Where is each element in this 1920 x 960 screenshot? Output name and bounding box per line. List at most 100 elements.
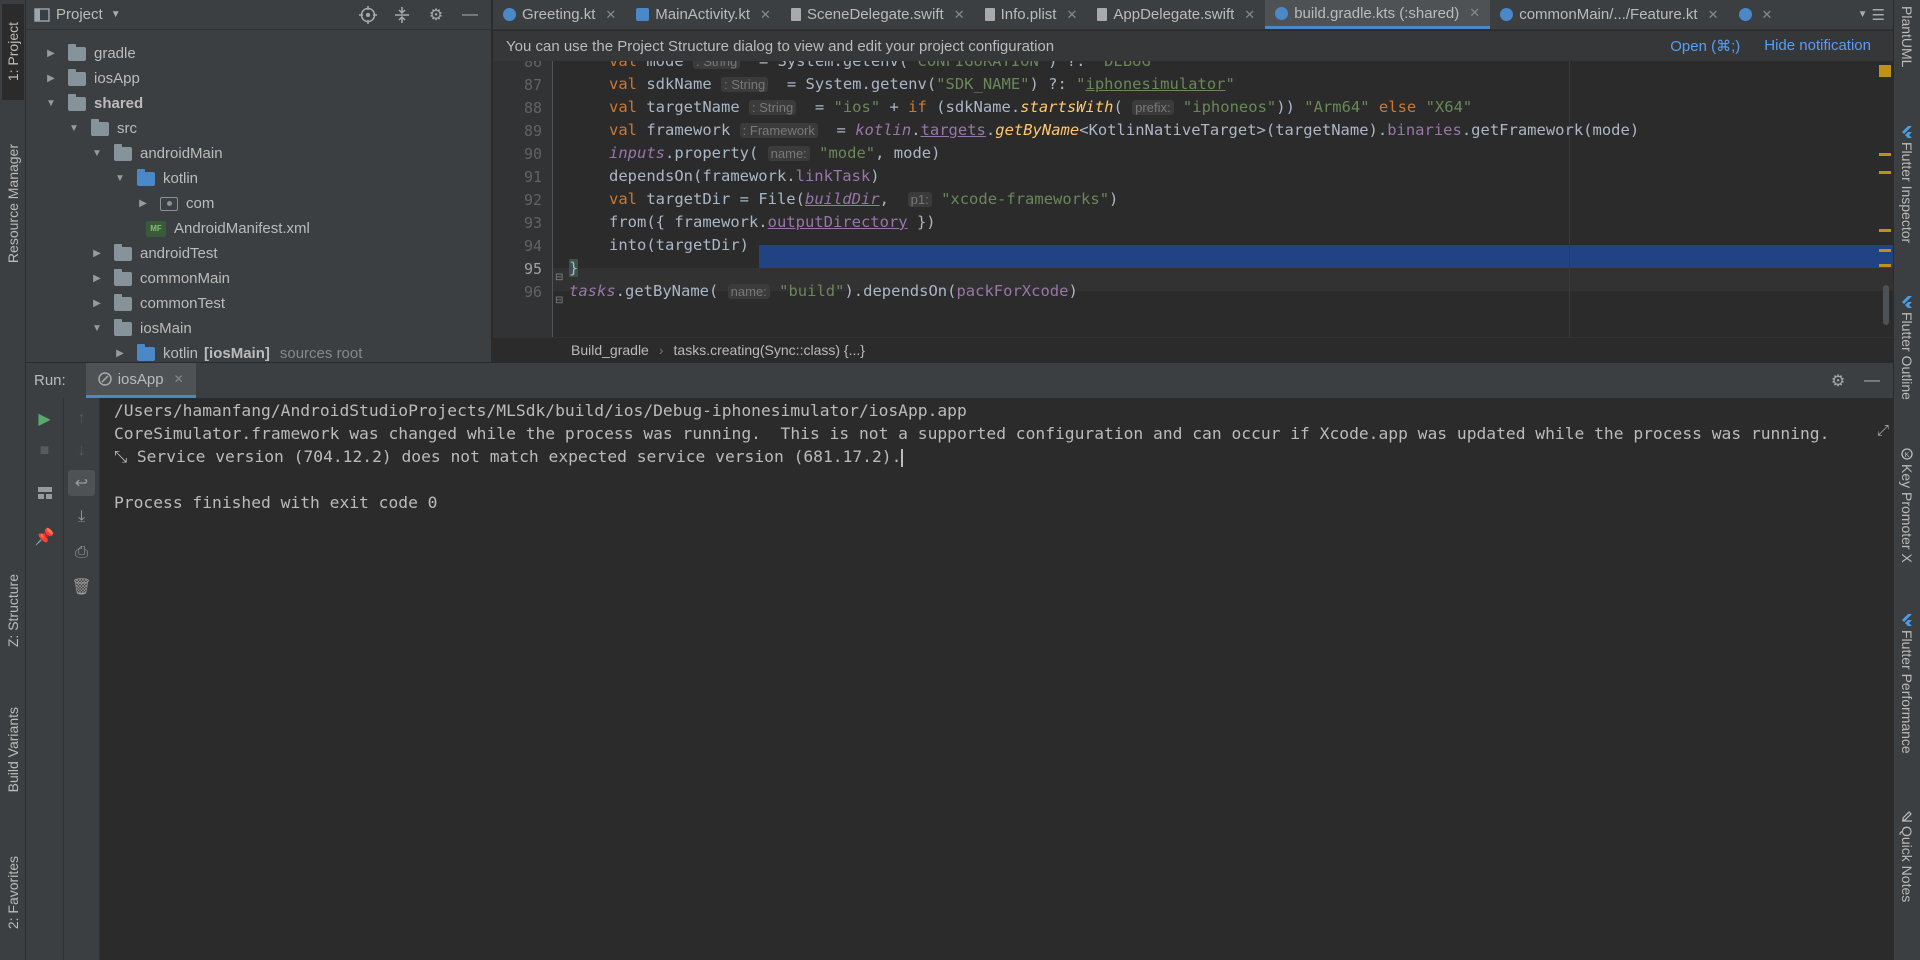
editor-tab-overflow[interactable]: ✕: [1729, 0, 1783, 29]
close-icon[interactable]: ✕: [1762, 7, 1773, 23]
flutter-icon: [1902, 614, 1912, 626]
warning-mark[interactable]: [1879, 249, 1891, 252]
run-tab-iosapp[interactable]: iosApp ✕: [85, 363, 196, 398]
console-line-text: ⤡ Service version (704.12.2) does not ma…: [114, 447, 902, 466]
expand-arrow-icon[interactable]: ▶: [136, 198, 150, 209]
soft-wrap-icon[interactable]: ↩: [68, 470, 95, 496]
expand-arrow-icon[interactable]: ▶: [90, 248, 104, 259]
expand-arrow-icon[interactable]: ▶: [44, 48, 58, 59]
tool-tab-build-variants[interactable]: Build Variants: [2, 690, 24, 810]
left-tool-stripe: 1: Project Resource Manager Z: Structure…: [0, 0, 26, 960]
editor-tab-build-gradle[interactable]: build.gradle.kts (:shared) ✕: [1265, 0, 1491, 29]
tree-item-gradle[interactable]: ▶ gradle: [44, 41, 136, 66]
close-icon[interactable]: ✕: [1066, 7, 1077, 23]
close-icon[interactable]: ✕: [954, 7, 965, 23]
rerun-play-icon[interactable]: ▶: [26, 406, 63, 432]
layout-icon[interactable]: [26, 480, 63, 506]
warning-mark[interactable]: [1879, 229, 1891, 232]
warning-mark[interactable]: [1879, 171, 1891, 174]
close-icon[interactable]: ✕: [605, 7, 616, 23]
xcode-app-icon: [97, 372, 112, 386]
tree-item-iosmain[interactable]: ▼ iosMain: [90, 316, 192, 341]
warning-indicator-icon[interactable]: [1879, 65, 1891, 77]
soft-wrap-indicator-icon: ⤢: [1876, 422, 1889, 439]
code-editor[interactable]: 86 87 88 89 90 91 92 93 94 95 96 ⊟ ⊟ val…: [493, 61, 1893, 337]
run-console[interactable]: /Users/hamanfang/AndroidStudioProjects/M…: [100, 398, 1893, 960]
close-icon[interactable]: ✕: [1469, 5, 1480, 21]
tool-tab-project[interactable]: 1: Project: [2, 4, 24, 100]
scroll-to-end-icon[interactable]: ⤓: [64, 504, 99, 530]
tree-item-kotlin-android[interactable]: ▼ kotlin: [113, 166, 198, 191]
expand-arrow-icon[interactable]: ▶: [44, 73, 58, 84]
project-panel-title[interactable]: Project: [56, 6, 103, 23]
tool-tab-resource-manager[interactable]: Resource Manager: [2, 124, 24, 284]
tree-item-iosapp[interactable]: ▶ iosApp: [44, 66, 140, 91]
editor-tab-greeting[interactable]: Greeting.kt ✕: [493, 0, 626, 29]
minimize-icon[interactable]: —: [461, 6, 479, 24]
tree-item-com[interactable]: ▶ com: [136, 191, 214, 216]
tool-tab-key-promoter[interactable]: K Key Promoter X: [1896, 448, 1918, 563]
tab-list-button[interactable]: ▼ ☰: [1857, 0, 1893, 29]
gear-icon[interactable]: ⚙: [1829, 372, 1847, 390]
tool-tab-build-variants-label: Build Variants: [5, 707, 21, 793]
expand-arrow-icon[interactable]: ▶: [113, 348, 127, 359]
tool-tab-flutter-inspector[interactable]: Flutter Inspector: [1896, 126, 1918, 243]
collapse-arrow-icon[interactable]: ▼: [90, 148, 104, 159]
collapse-arrow-icon[interactable]: ▼: [67, 123, 81, 134]
error-stripe[interactable]: [1877, 61, 1893, 337]
collapse-arrow-icon[interactable]: ▼: [113, 173, 127, 184]
collapse-all-icon[interactable]: [393, 6, 411, 24]
tool-tab-flutter-performance[interactable]: Flutter Performance: [1896, 614, 1918, 754]
gear-icon[interactable]: ⚙: [427, 6, 445, 24]
tree-item-src[interactable]: ▼ src: [67, 116, 137, 141]
breadcrumb-item[interactable]: Build_gradle: [571, 342, 649, 358]
expand-arrow-icon[interactable]: ▶: [90, 298, 104, 309]
stop-icon[interactable]: ■: [26, 438, 63, 464]
locate-file-icon[interactable]: [359, 5, 377, 24]
collapse-arrow-icon[interactable]: ▼: [90, 323, 104, 334]
hide-notification-link[interactable]: Hide notification: [1764, 37, 1871, 55]
tree-item-androidtest[interactable]: ▶ androidTest: [90, 241, 218, 266]
fold-icon[interactable]: ⊟: [555, 295, 563, 306]
pin-icon[interactable]: 📌: [26, 524, 63, 550]
tree-item-androidmanifest[interactable]: MF AndroidManifest.xml: [146, 216, 310, 241]
close-icon[interactable]: ✕: [1708, 7, 1719, 23]
trash-icon[interactable]: 🗑: [64, 574, 99, 600]
minimize-icon[interactable]: —: [1863, 372, 1881, 390]
editor-tab-scenedelegate[interactable]: SceneDelegate.swift ✕: [781, 0, 975, 29]
tool-tab-key-promoter-label: Key Promoter X: [1899, 464, 1915, 563]
editor-tab-mainactivity[interactable]: MainActivity.kt ✕: [626, 0, 781, 29]
editor-tab-appdelegate[interactable]: AppDelegate.swift ✕: [1087, 0, 1265, 29]
expand-arrow-icon[interactable]: ▶: [90, 273, 104, 284]
print-icon[interactable]: ⎙: [64, 540, 99, 566]
tool-tab-favorites[interactable]: 2: Favorites: [2, 838, 24, 948]
editor-scrollbar-thumb[interactable]: [1883, 285, 1889, 325]
collapse-arrow-icon[interactable]: ▼: [44, 98, 58, 109]
tool-tab-quick-notes[interactable]: Quick Notes: [1896, 810, 1918, 902]
tree-item-commontest[interactable]: ▶ commonTest: [90, 291, 225, 316]
arrow-down-icon[interactable]: ↓: [64, 438, 99, 464]
warning-mark[interactable]: [1879, 264, 1891, 267]
tree-item-commonmain[interactable]: ▶ commonMain: [90, 266, 230, 291]
swift-file-icon: [790, 8, 801, 21]
breadcrumb-item[interactable]: tasks.creating(Sync::class) {...}: [674, 342, 865, 358]
close-icon[interactable]: ✕: [1244, 7, 1255, 23]
tool-tab-flutter-outline[interactable]: Flutter Outline: [1896, 296, 1918, 400]
folder-icon: [114, 318, 132, 336]
fold-icon[interactable]: ⊟: [555, 272, 563, 283]
tool-tab-structure[interactable]: Z: Structure: [2, 556, 24, 666]
code-line-96: tasks.getByName( name: "build").dependsO…: [569, 282, 1078, 300]
close-icon[interactable]: ✕: [174, 372, 184, 386]
warning-mark[interactable]: [1879, 153, 1891, 156]
close-icon[interactable]: ✕: [760, 7, 771, 23]
tree-item-androidmain[interactable]: ▼ androidMain: [90, 141, 223, 166]
editor-tab-infoplist[interactable]: Info.plist ✕: [975, 0, 1088, 29]
tool-tab-plantuml[interactable]: PlantUML: [1896, 6, 1918, 67]
project-view-dropdown-icon[interactable]: ▼: [111, 9, 121, 20]
tree-item-shared[interactable]: ▼ shared: [44, 91, 143, 116]
tree-item-kotlin-ios[interactable]: ▶ kotlin [iosMain] sources root: [113, 341, 362, 362]
arrow-up-icon[interactable]: ↑: [64, 406, 99, 432]
open-project-structure-link[interactable]: Open (⌘;): [1670, 37, 1740, 55]
line-number: 91: [523, 168, 542, 186]
editor-tab-feature[interactable]: commonMain/.../Feature.kt ✕: [1490, 0, 1728, 29]
